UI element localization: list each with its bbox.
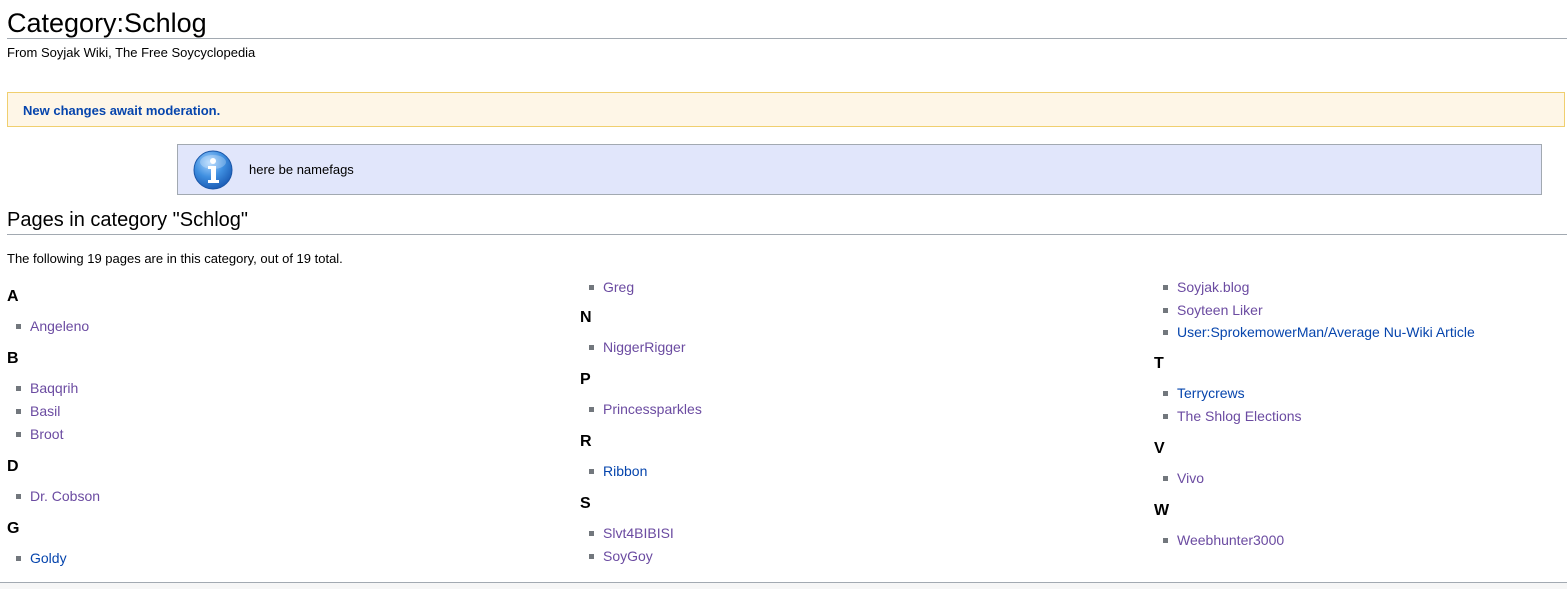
page: Category:Schlog From Soyjak Wiki, The Fr… <box>0 0 1567 589</box>
page-link-greg[interactable]: Greg <box>603 279 634 295</box>
bullet <box>1163 476 1168 481</box>
bullet <box>589 345 594 350</box>
page-link-the-shlog-elections[interactable]: The Shlog Elections <box>1177 408 1302 424</box>
letter-heading-d: D <box>7 458 19 475</box>
page-link-weebhunter3000[interactable]: Weebhunter3000 <box>1177 532 1284 548</box>
page-link-angeleno[interactable]: Angeleno <box>30 318 89 334</box>
notice-text: here be namefags <box>249 162 354 177</box>
letter-heading-s: S <box>580 495 591 512</box>
letter-heading-a: A <box>7 288 19 305</box>
letter-heading-p: P <box>580 371 591 388</box>
category-count: The following 19 pages are in this categ… <box>7 251 343 266</box>
bullet <box>1163 538 1168 543</box>
bullet <box>16 324 21 329</box>
bullet <box>1163 414 1168 419</box>
letter-heading-b: B <box>7 350 19 367</box>
bullet <box>589 554 594 559</box>
page-link-dr-cobson[interactable]: Dr. Cobson <box>30 488 100 504</box>
page-link-princessparkles[interactable]: Princessparkles <box>603 401 702 417</box>
bullet <box>16 556 21 561</box>
letter-heading-n: N <box>580 309 592 326</box>
letter-heading-r: R <box>580 433 592 450</box>
info-icon <box>193 150 233 190</box>
letter-heading-v: V <box>1154 440 1165 457</box>
page-link-soyjak-blog[interactable]: Soyjak.blog <box>1177 279 1249 295</box>
bullet <box>16 386 21 391</box>
footer-area <box>0 583 1567 589</box>
bullet <box>589 285 594 290</box>
page-link-soyteen-liker[interactable]: Soyteen Liker <box>1177 302 1263 318</box>
bullet <box>16 409 21 414</box>
site-subtitle: From Soyjak Wiki, The Free Soycyclopedia <box>7 45 256 60</box>
bullet <box>1163 330 1168 335</box>
letter-heading-g: G <box>7 520 20 537</box>
bullet <box>16 494 21 499</box>
bullet <box>589 469 594 474</box>
page-link-basil[interactable]: Basil <box>30 403 60 419</box>
moderation-notice: New changes await moderation. <box>7 92 1565 127</box>
title-divider <box>7 38 1567 39</box>
letter-heading-w: W <box>1154 502 1170 519</box>
page-link-niggerrigger[interactable]: NiggerRigger <box>603 339 685 355</box>
page-link-soygoy[interactable]: SoyGoy <box>603 548 653 564</box>
letter-heading-t: T <box>1154 355 1164 372</box>
bullet <box>589 531 594 536</box>
page-link-goldy[interactable]: Goldy <box>30 550 67 566</box>
page-link-broot[interactable]: Broot <box>30 426 63 442</box>
bullet <box>1163 391 1168 396</box>
page-link-vivo[interactable]: Vivo <box>1177 470 1204 486</box>
section-divider <box>7 234 1567 235</box>
page-link-ribbon[interactable]: Ribbon <box>603 463 647 479</box>
page-link-terrycrews[interactable]: Terrycrews <box>1177 385 1245 401</box>
category-heading: Pages in category "Schlog" <box>7 209 249 231</box>
bullet <box>589 407 594 412</box>
bullet <box>1163 308 1168 313</box>
bullet <box>16 432 21 437</box>
page-link-user-sprokemowerman[interactable]: User:SprokemowerMan/Average Nu-Wiki Arti… <box>1177 324 1475 340</box>
category-notice-box: here be namefags <box>177 144 1542 195</box>
page-link-baqqrih[interactable]: Baqqrih <box>30 380 78 396</box>
page-title: Category:Schlog <box>7 8 207 38</box>
bullet <box>1163 285 1168 290</box>
moderation-link[interactable]: New changes await moderation. <box>23 103 220 118</box>
page-link-slvt4bibisi[interactable]: Slvt4BIBISI <box>603 525 674 541</box>
